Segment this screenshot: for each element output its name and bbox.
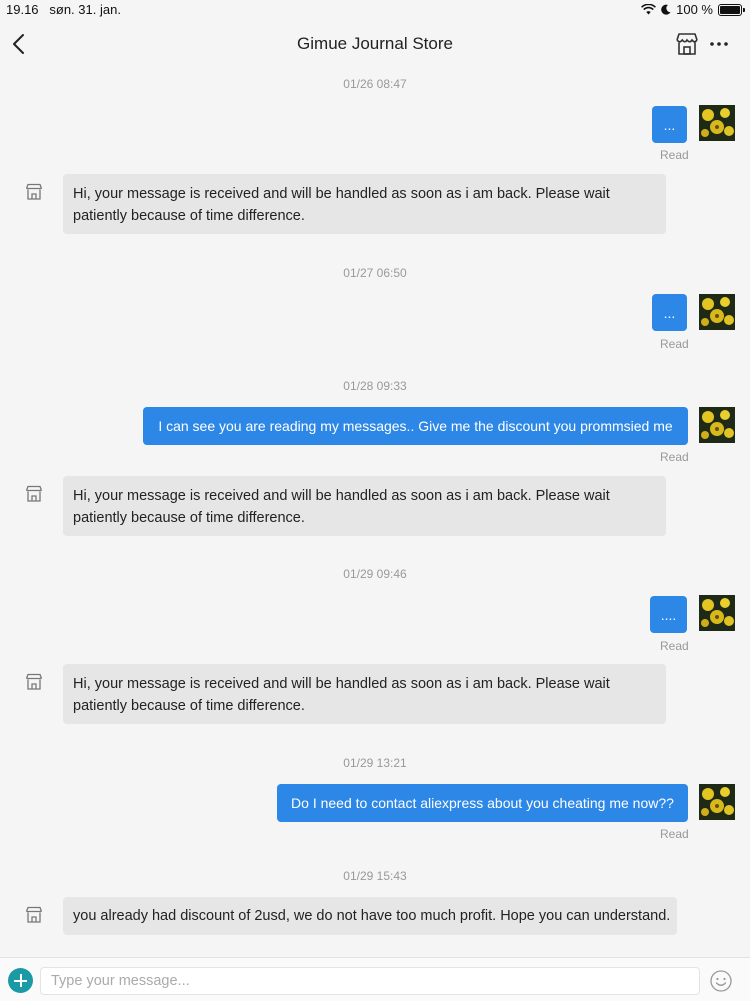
avatar-image — [699, 105, 735, 141]
status-time-date: 19.16 søn. 31. jan. — [6, 2, 121, 17]
avatar[interactable] — [699, 105, 735, 141]
timestamp: 01/29 13:21 — [343, 756, 407, 770]
read-receipt: Read — [660, 827, 689, 841]
avatar[interactable] — [699, 407, 735, 443]
store-icon[interactable] — [674, 31, 700, 57]
shop-icon — [25, 183, 43, 200]
shop-icon — [25, 906, 43, 923]
nav-bar: Gimue Journal Store — [0, 22, 750, 66]
add-attachment-button[interactable] — [8, 968, 33, 993]
status-indicators: 100 % — [641, 2, 745, 17]
outgoing-message[interactable]: Do I need to contact aliexpress about yo… — [277, 784, 688, 822]
chat-area[interactable]: 01/26 08:47 ... Read Hi, your message is… — [0, 66, 750, 956]
status-time: 19.16 — [6, 2, 39, 17]
timestamp: 01/27 06:50 — [343, 266, 407, 280]
more-horizontal-icon[interactable] — [709, 32, 729, 56]
battery-percent: 100 % — [676, 2, 713, 17]
avatar[interactable] — [699, 294, 735, 330]
incoming-message[interactable]: Hi, your message is received and will be… — [63, 174, 666, 234]
timestamp: 01/29 09:46 — [343, 567, 407, 581]
avatar-image — [699, 294, 735, 330]
shop-icon — [25, 673, 43, 690]
timestamp: 01/28 09:33 — [343, 379, 407, 393]
status-date: søn. 31. jan. — [49, 2, 121, 17]
status-bar: 19.16 søn. 31. jan. 100 % — [0, 0, 750, 20]
avatar[interactable] — [699, 784, 735, 820]
outgoing-message[interactable]: ... — [652, 106, 687, 143]
read-receipt: Read — [660, 639, 689, 653]
read-receipt: Read — [660, 337, 689, 351]
message-input[interactable] — [40, 967, 700, 995]
outgoing-message[interactable]: .... — [650, 596, 687, 633]
read-receipt: Read — [660, 450, 689, 464]
outgoing-message[interactable]: ... — [652, 294, 687, 331]
timestamp: 01/26 08:47 — [343, 77, 407, 91]
outgoing-message[interactable]: I can see you are reading my messages.. … — [143, 407, 688, 445]
incoming-message[interactable]: Hi, your message is received and will be… — [63, 664, 666, 724]
read-receipt: Read — [660, 148, 689, 162]
page-title: Gimue Journal Store — [297, 34, 453, 53]
avatar[interactable] — [699, 595, 735, 631]
moon-icon — [661, 4, 671, 15]
avatar-image — [699, 595, 735, 631]
emoji-icon[interactable] — [710, 970, 732, 992]
wifi-icon — [641, 4, 657, 15]
message-composer — [0, 957, 750, 1001]
incoming-message[interactable]: you already had discount of 2usd, we do … — [63, 897, 677, 935]
battery-icon — [718, 3, 745, 16]
avatar-image — [699, 407, 735, 443]
incoming-message[interactable]: Hi, your message is received and will be… — [63, 476, 666, 536]
avatar-image — [699, 784, 735, 820]
timestamp: 01/29 15:43 — [343, 869, 407, 883]
shop-icon — [25, 485, 43, 502]
